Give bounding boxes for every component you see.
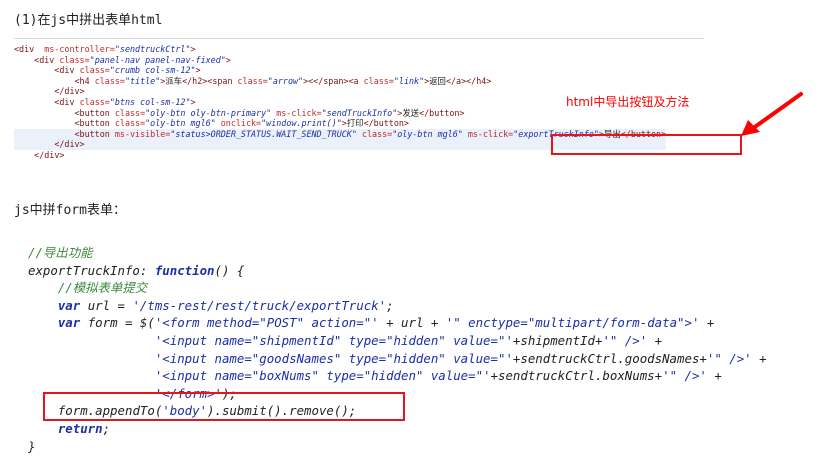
arrow-icon xyxy=(741,92,803,136)
html-line-3: <div class="crumb col-sm-12"> xyxy=(54,65,201,76)
html-line-8: <button class="oly-btn mgl6" onclick="wi… xyxy=(74,118,409,129)
js-line-11: return; xyxy=(57,420,111,436)
js-line-4: var url = '/tms-rest/rest/truck/exportTr… xyxy=(57,297,394,313)
js-line-7: '<input name="goodsNames" type="hidden" … xyxy=(154,350,767,366)
html-line-2: <div class="panel-nav panel-nav-fixed"> xyxy=(34,54,231,65)
js-line-6: '<input name="shipmentId" type="hidden" … xyxy=(154,332,663,348)
js-line-5: var form = $('<form method="POST" action… xyxy=(57,315,715,331)
html-line-4: <h4 class="title">派车</h2><span class="ar… xyxy=(74,75,492,86)
section1-heading: (1)在js中拼出表单html xyxy=(14,13,163,28)
submit-line-highlight-box xyxy=(43,392,405,421)
js-line-12: } xyxy=(28,438,36,454)
js-line-3: //模拟表单提交 xyxy=(57,280,148,296)
annotation-label: html中导出按钮及方法 xyxy=(566,95,690,109)
js-code-block: //导出功能 exportTruckInfo: function() { //模… xyxy=(28,244,767,455)
export-button-highlight-box xyxy=(551,134,742,155)
js-line-8: '<input name="boxNums" type="hidden" val… xyxy=(154,368,722,384)
html-line-1: <div ms-controller="sendtruckCtrl"> xyxy=(14,44,196,54)
divider xyxy=(14,38,704,39)
js-line-2: exportTruckInfo: function() { xyxy=(28,262,245,278)
section2-heading: js中拼form表单： xyxy=(14,203,126,218)
js-line-1: //导出功能 xyxy=(28,245,93,260)
